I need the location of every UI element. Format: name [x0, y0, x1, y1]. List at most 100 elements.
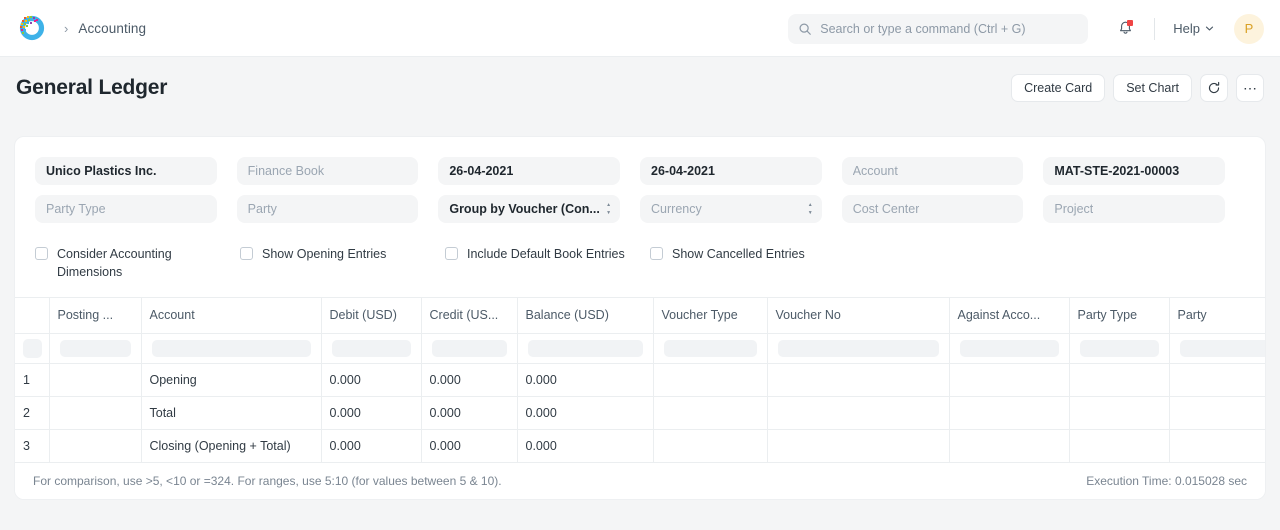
column-filter-posting[interactable] [49, 333, 141, 363]
breadcrumb-accounting[interactable]: Accounting [78, 21, 146, 36]
frappe-logo-icon[interactable] [16, 12, 48, 44]
filter-field-to-date[interactable]: 26-04-2021 [640, 157, 822, 185]
filter-field-from-date[interactable]: 26-04-2021 [438, 157, 620, 185]
column-header-party[interactable]: Party [1169, 298, 1265, 333]
column-filter-input-debit[interactable] [332, 340, 411, 357]
column-filter-input-party_type[interactable] [1080, 340, 1159, 357]
filter-field-party[interactable]: Party [237, 195, 419, 223]
cell-party[interactable] [1169, 396, 1265, 429]
column-filter-balance[interactable] [517, 333, 653, 363]
column-filter-input-balance[interactable] [528, 340, 643, 357]
cell-debit[interactable]: 0.000 [321, 363, 421, 396]
cell-voucher_type[interactable] [653, 396, 767, 429]
column-header-idx[interactable] [15, 298, 49, 333]
cell-voucher_no[interactable] [767, 363, 949, 396]
filter-field-finance-book[interactable]: Finance Book [237, 157, 419, 185]
cell-credit[interactable]: 0.000 [421, 396, 517, 429]
filter-field-project[interactable]: Project [1043, 195, 1225, 223]
set-chart-button[interactable]: Set Chart [1113, 74, 1192, 102]
cell-against_account[interactable] [949, 396, 1069, 429]
avatar[interactable]: P [1234, 14, 1264, 44]
checkbox-show-opening-entries[interactable]: Show Opening Entries [240, 245, 445, 263]
filter-field-cost-center[interactable]: Cost Center [842, 195, 1024, 223]
cell-voucher_no[interactable] [767, 429, 949, 462]
checkbox-show-cancelled-entries[interactable]: Show Cancelled Entries [650, 245, 805, 263]
column-header-voucher_no[interactable]: Voucher No [767, 298, 949, 333]
cell-debit[interactable]: 0.000 [321, 396, 421, 429]
cell-voucher_no[interactable] [767, 396, 949, 429]
cell-idx[interactable]: 1 [15, 363, 49, 396]
cell-credit[interactable]: 0.000 [421, 429, 517, 462]
cell-idx[interactable]: 2 [15, 396, 49, 429]
filter-field-party-type[interactable]: Party Type [35, 195, 217, 223]
cell-idx[interactable]: 3 [15, 429, 49, 462]
checkbox-include-default-book-entries[interactable]: Include Default Book Entries [445, 245, 650, 263]
column-header-posting[interactable]: Posting ... [49, 298, 141, 333]
checkbox-box-show-opening-entries[interactable] [240, 247, 253, 260]
filter-field-voucher-no[interactable]: MAT-STE-2021-00003 [1043, 157, 1225, 185]
cell-party[interactable] [1169, 429, 1265, 462]
column-filter-party_type[interactable] [1069, 333, 1169, 363]
cell-voucher_type[interactable] [653, 363, 767, 396]
column-filter-account[interactable] [141, 333, 321, 363]
checkbox-box-consider-accounting-dimensions[interactable] [35, 247, 48, 260]
checkbox-consider-accounting-dimensions[interactable]: Consider Accounting Dimensions [35, 245, 240, 281]
refresh-button[interactable] [1200, 74, 1228, 102]
column-filter-debit[interactable] [321, 333, 421, 363]
cell-account[interactable]: Closing (Opening + Total) [141, 429, 321, 462]
cell-posting[interactable] [49, 396, 141, 429]
cell-party_type[interactable] [1069, 396, 1169, 429]
column-filter-against_account[interactable] [949, 333, 1069, 363]
column-filter-credit[interactable] [421, 333, 517, 363]
column-filter-party[interactable] [1169, 333, 1265, 363]
cell-party[interactable] [1169, 363, 1265, 396]
cell-voucher_type[interactable] [653, 429, 767, 462]
column-header-against_account[interactable]: Against Acco... [949, 298, 1069, 333]
cell-debit[interactable]: 0.000 [321, 429, 421, 462]
help-menu[interactable]: Help [1167, 17, 1220, 40]
table-row[interactable]: 3Closing (Opening + Total)0.0000.0000.00… [15, 429, 1265, 462]
cell-account[interactable]: Opening [141, 363, 321, 396]
column-filter-input-posting[interactable] [60, 340, 131, 357]
notifications-button[interactable] [1108, 12, 1142, 46]
column-filter-input-party[interactable] [1180, 340, 1266, 357]
more-menu-button[interactable]: ⋯ [1236, 74, 1264, 102]
column-header-credit[interactable]: Credit (US... [421, 298, 517, 333]
table-row[interactable]: 2Total0.0000.0000.000 [15, 396, 1265, 429]
column-header-account[interactable]: Account [141, 298, 321, 333]
column-filter-voucher_type[interactable] [653, 333, 767, 363]
cell-account[interactable]: Total [141, 396, 321, 429]
cell-party_type[interactable] [1069, 363, 1169, 396]
filter-field-account[interactable]: Account [842, 157, 1024, 185]
cell-against_account[interactable] [949, 429, 1069, 462]
column-filter-input-idx[interactable] [23, 339, 42, 358]
filter-field-currency[interactable]: Currency▲▼ [640, 195, 822, 223]
filter-field-company[interactable]: Unico Plastics Inc. [35, 157, 217, 185]
create-card-button[interactable]: Create Card [1011, 74, 1105, 102]
column-filter-voucher_no[interactable] [767, 333, 949, 363]
column-filter-input-voucher_type[interactable] [664, 340, 757, 357]
checkbox-box-include-default-book-entries[interactable] [445, 247, 458, 260]
search-input[interactable]: Search or type a command (Ctrl + G) [788, 14, 1088, 44]
column-header-voucher_type[interactable]: Voucher Type [653, 298, 767, 333]
filter-field-group-by[interactable]: Group by Voucher (Con...▲▼ [438, 195, 620, 223]
cell-balance[interactable]: 0.000 [517, 429, 653, 462]
column-filter-idx[interactable] [15, 333, 49, 363]
column-header-debit[interactable]: Debit (USD) [321, 298, 421, 333]
checkbox-box-show-cancelled-entries[interactable] [650, 247, 663, 260]
cell-credit[interactable]: 0.000 [421, 363, 517, 396]
column-filter-input-voucher_no[interactable] [778, 340, 939, 357]
cell-posting[interactable] [49, 363, 141, 396]
cell-against_account[interactable] [949, 363, 1069, 396]
cell-balance[interactable]: 0.000 [517, 396, 653, 429]
column-header-party_type[interactable]: Party Type [1069, 298, 1169, 333]
cell-balance[interactable]: 0.000 [517, 363, 653, 396]
column-filter-input-against_account[interactable] [960, 340, 1059, 357]
table-column-filter-row[interactable] [15, 333, 1265, 363]
table-row[interactable]: 1Opening0.0000.0000.000 [15, 363, 1265, 396]
column-filter-input-credit[interactable] [432, 340, 507, 357]
cell-posting[interactable] [49, 429, 141, 462]
column-header-balance[interactable]: Balance (USD) [517, 298, 653, 333]
cell-party_type[interactable] [1069, 429, 1169, 462]
column-filter-input-account[interactable] [152, 340, 311, 357]
